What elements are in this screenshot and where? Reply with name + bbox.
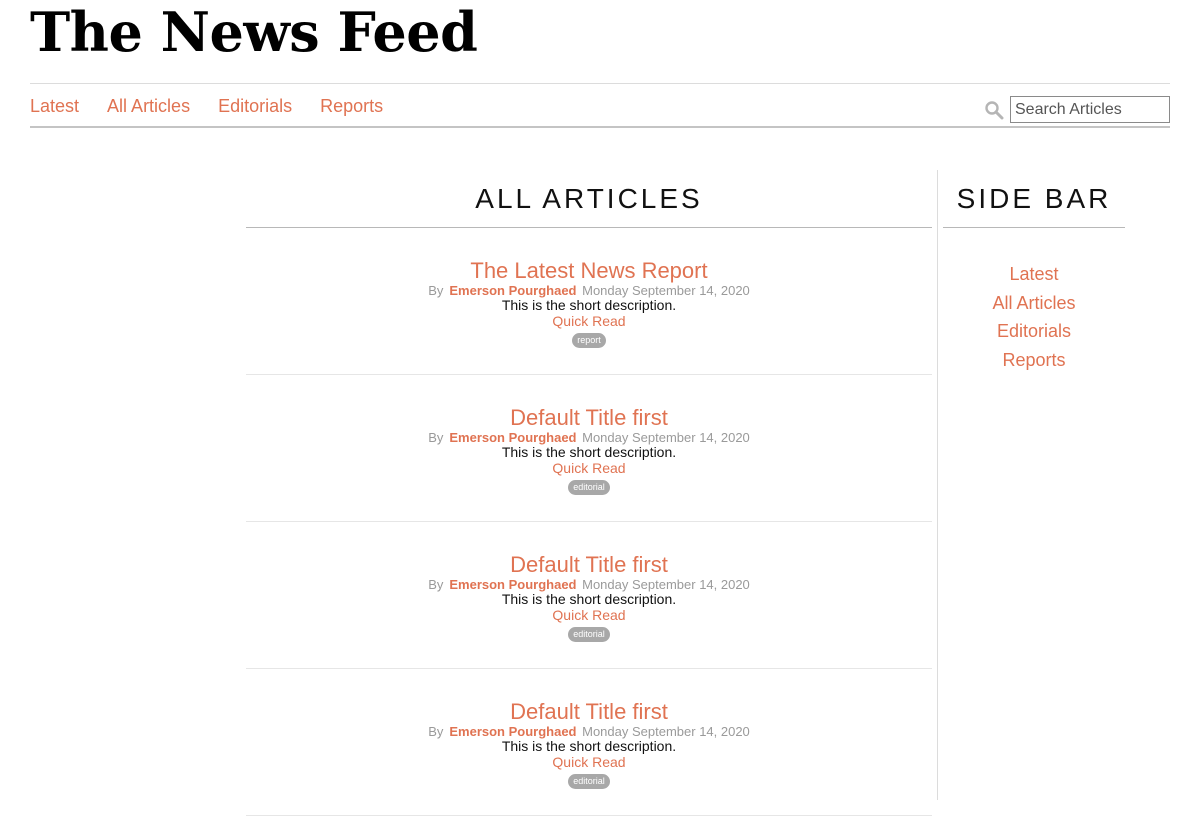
byline-by: By — [428, 577, 444, 592]
section-heading: ALL ARTICLES — [246, 170, 932, 228]
nav-links: Latest All Articles Editorials Reports — [30, 96, 411, 117]
byline-by: By — [428, 283, 444, 298]
author-name[interactable]: Emerson Pourghaed — [449, 283, 576, 298]
article-title-link[interactable]: Default Title first — [246, 552, 932, 578]
nav-link-latest[interactable]: Latest — [30, 96, 79, 117]
search-input[interactable] — [1010, 96, 1170, 123]
sidebar-link-all-articles[interactable]: All Articles — [943, 289, 1125, 318]
byline: By Emerson Pourghaed Monday September 14,… — [246, 284, 932, 298]
main-content: ALL ARTICLES The Latest News Report By Em… — [246, 170, 932, 816]
article-title-link[interactable]: Default Title first — [246, 699, 932, 725]
article-card: Default Title first By Emerson Pourghaed … — [246, 669, 932, 816]
quick-read-link[interactable]: Quick Read — [246, 460, 932, 477]
article-date: Monday September 14, 2020 — [582, 724, 750, 739]
quick-read-link[interactable]: Quick Read — [246, 607, 932, 624]
article-tag[interactable]: report — [572, 333, 606, 348]
author-name[interactable]: Emerson Pourghaed — [449, 724, 576, 739]
author-name[interactable]: Emerson Pourghaed — [449, 430, 576, 445]
byline-by: By — [428, 724, 444, 739]
sidebar-divider — [937, 170, 938, 800]
sidebar-links: Latest All Articles Editorials Reports — [943, 260, 1125, 374]
top-nav: Latest All Articles Editorials Reports — [30, 83, 1170, 128]
sidebar-link-latest[interactable]: Latest — [943, 260, 1125, 289]
byline: By Emerson Pourghaed Monday September 14,… — [246, 725, 932, 739]
article-date: Monday September 14, 2020 — [582, 283, 750, 298]
article-description: This is the short description. — [501, 738, 677, 754]
article-title-link[interactable]: Default Title first — [246, 405, 932, 431]
article-tag[interactable]: editorial — [568, 774, 610, 789]
article-date: Monday September 14, 2020 — [582, 430, 750, 445]
article-description: This is the short description. — [501, 591, 677, 607]
sidebar-link-editorials[interactable]: Editorials — [943, 317, 1125, 346]
nav-link-all-articles[interactable]: All Articles — [107, 96, 190, 117]
article-card: The Latest News Report By Emerson Pourgha… — [246, 228, 932, 375]
nav-link-reports[interactable]: Reports — [320, 96, 383, 117]
search-icon[interactable] — [984, 100, 1004, 120]
site-title: The News Feed — [30, 0, 478, 64]
article-tag[interactable]: editorial — [568, 480, 610, 495]
article-tag[interactable]: editorial — [568, 627, 610, 642]
sidebar-link-reports[interactable]: Reports — [943, 346, 1125, 375]
byline-by: By — [428, 430, 444, 445]
article-card: Default Title first By Emerson Pourghaed … — [246, 375, 932, 522]
search-box — [984, 96, 1170, 123]
article-description: This is the short description. — [501, 444, 677, 460]
nav-link-editorials[interactable]: Editorials — [218, 96, 292, 117]
quick-read-link[interactable]: Quick Read — [246, 313, 932, 330]
article-date: Monday September 14, 2020 — [582, 577, 750, 592]
sidebar: SIDE BAR Latest All Articles Editorials … — [943, 170, 1125, 374]
article-title-link[interactable]: The Latest News Report — [246, 258, 932, 284]
quick-read-link[interactable]: Quick Read — [246, 754, 932, 771]
article-card: Default Title first By Emerson Pourghaed … — [246, 522, 932, 669]
byline: By Emerson Pourghaed Monday September 14,… — [246, 578, 932, 592]
sidebar-heading: SIDE BAR — [943, 170, 1125, 228]
byline: By Emerson Pourghaed Monday September 14,… — [246, 431, 932, 445]
author-name[interactable]: Emerson Pourghaed — [449, 577, 576, 592]
article-description: This is the short description. — [501, 297, 677, 313]
